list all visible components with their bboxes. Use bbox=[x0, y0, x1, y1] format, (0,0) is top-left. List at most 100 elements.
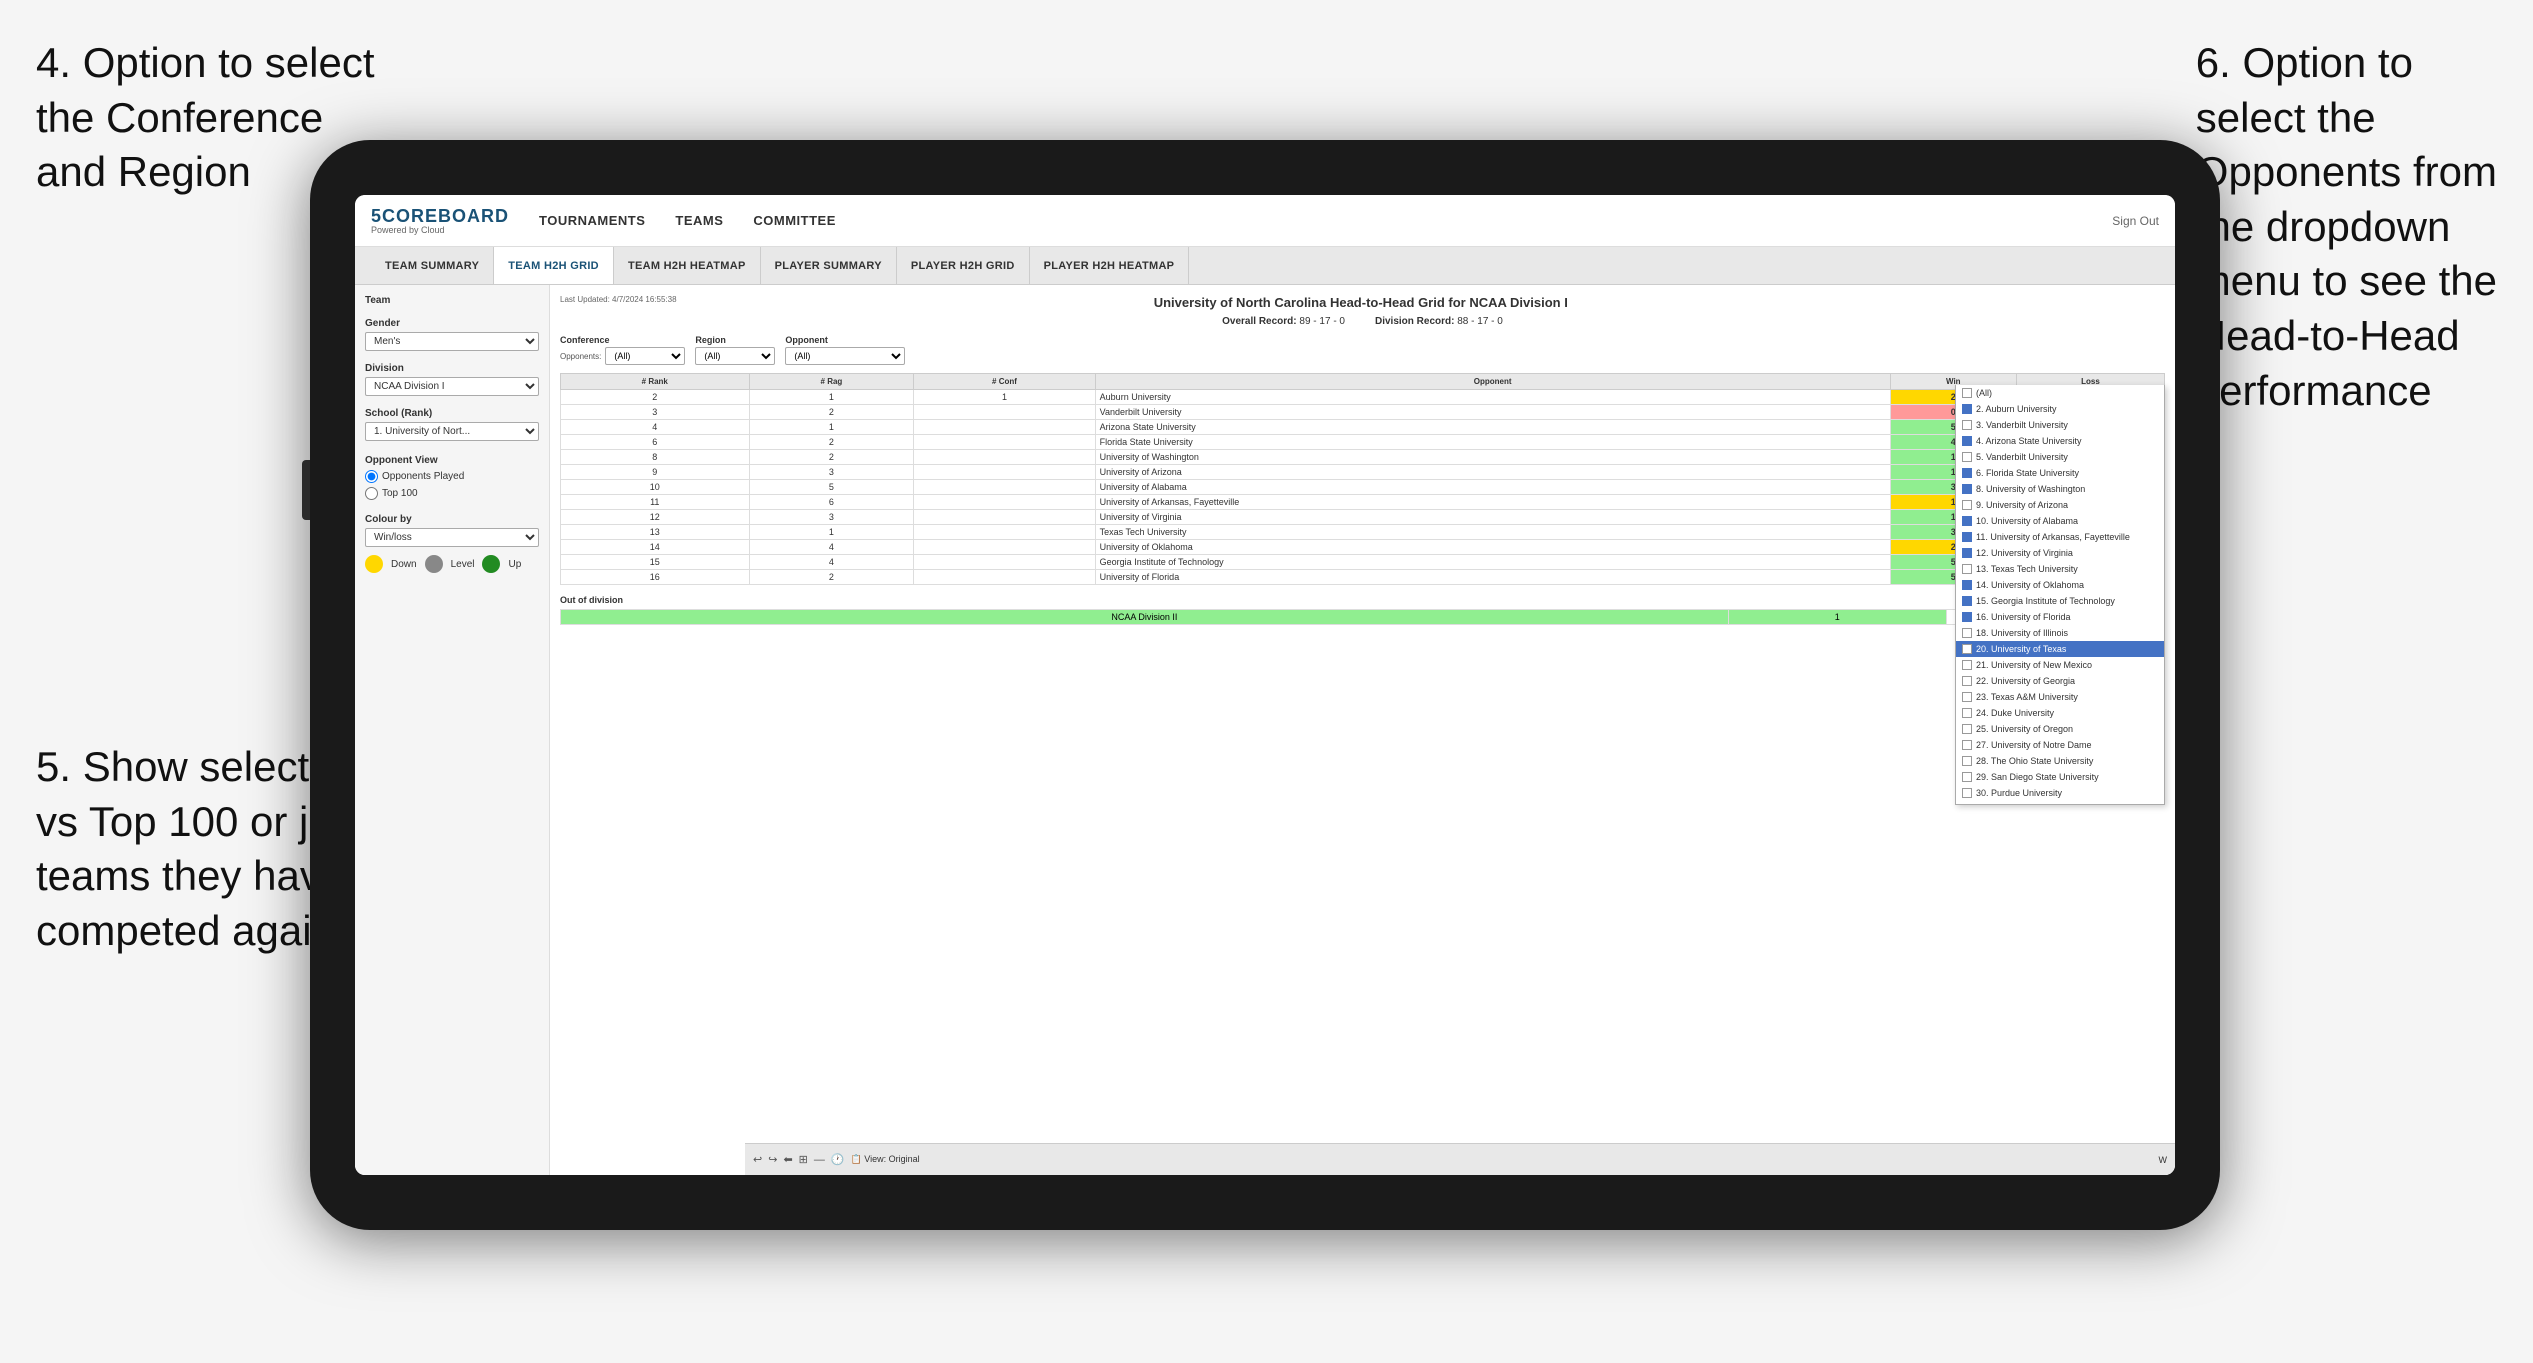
radio-top-100[interactable]: Top 100 bbox=[365, 487, 539, 500]
dropdown-item-label: 14. University of Oklahoma bbox=[1976, 580, 2084, 590]
cell-rank: 12 bbox=[561, 510, 750, 525]
sidebar-school-select[interactable]: 1. University of Nort... bbox=[365, 422, 539, 441]
nav-tournaments[interactable]: TOURNAMENTS bbox=[539, 209, 645, 232]
toolbar-undo[interactable]: ↩ bbox=[753, 1153, 762, 1166]
cell-conf bbox=[914, 525, 1095, 540]
dropdown-item[interactable]: 11. University of Arkansas, Fayetteville bbox=[1956, 529, 2164, 545]
sidebar-colour-select[interactable]: Win/loss bbox=[365, 528, 539, 547]
dropdown-item[interactable]: 24. Duke University bbox=[1956, 705, 2164, 721]
dropdown-item[interactable]: 23. Texas A&M University bbox=[1956, 689, 2164, 705]
cell-opponent: Arizona State University bbox=[1095, 420, 1890, 435]
nav-teams[interactable]: TEAMS bbox=[675, 209, 723, 232]
dropdown-item-label: 30. Purdue University bbox=[1976, 788, 2062, 798]
toolbar-copy[interactable]: ⊞ bbox=[799, 1153, 808, 1166]
filter-region-label: Region bbox=[695, 335, 775, 345]
cell-opponent: Florida State University bbox=[1095, 435, 1890, 450]
dropdown-item-label: 27. University of Notre Dame bbox=[1976, 740, 2092, 750]
dropdown-item[interactable]: 2. Auburn University bbox=[1956, 401, 2164, 417]
dropdown-item[interactable]: 13. Texas Tech University bbox=[1956, 561, 2164, 577]
table-row: 12 3 University of Virginia 1 0 bbox=[561, 510, 2165, 525]
table-body: 2 1 1 Auburn University 2 1 3 2 Vanderbi… bbox=[561, 390, 2165, 585]
toolbar-redo[interactable]: ↪ bbox=[768, 1153, 777, 1166]
table-head: # Rank # Rag # Conf Opponent Win Loss bbox=[561, 374, 2165, 390]
dropdown-item[interactable]: 18. University of Illinois bbox=[1956, 625, 2164, 641]
toolbar-back[interactable]: ⬅ bbox=[783, 1153, 792, 1166]
legend-level-dot bbox=[425, 555, 443, 573]
dropdown-checkbox bbox=[1962, 404, 1972, 414]
region-select[interactable]: (All) bbox=[695, 347, 775, 365]
dropdown-item[interactable]: 27. University of Notre Dame bbox=[1956, 737, 2164, 753]
radio-opponents-played[interactable]: Opponents Played bbox=[365, 470, 539, 483]
subnav-player-h2h-grid[interactable]: PLAYER H2H GRID bbox=[897, 247, 1030, 284]
dropdown-item[interactable]: 5. Vanderbilt University bbox=[1956, 449, 2164, 465]
cell-conf bbox=[914, 480, 1095, 495]
cell-rag: 6 bbox=[749, 495, 914, 510]
cell-opponent: University of Washington bbox=[1095, 450, 1890, 465]
dropdown-list: (All)2. Auburn University3. Vanderbilt U… bbox=[1956, 385, 2164, 805]
dropdown-item[interactable]: 30. Purdue University bbox=[1956, 785, 2164, 801]
dropdown-item[interactable]: 4. Arizona State University bbox=[1956, 433, 2164, 449]
cell-conf bbox=[914, 450, 1095, 465]
toolbar-dash[interactable]: — bbox=[814, 1154, 825, 1166]
division-table-body: NCAA Division II 1 0 bbox=[561, 610, 2165, 625]
dropdown-checkbox bbox=[1962, 452, 1972, 462]
sidebar-division-select[interactable]: NCAA Division I bbox=[365, 377, 539, 396]
dropdown-item[interactable]: 21. University of New Mexico bbox=[1956, 657, 2164, 673]
dropdown-checkbox bbox=[1962, 628, 1972, 638]
dropdown-item-label: 8. University of Washington bbox=[1976, 484, 2085, 494]
subnav-team-h2h-heatmap[interactable]: TEAM H2H HEATMAP bbox=[614, 247, 761, 284]
sidebar-division-label: Division bbox=[365, 363, 539, 374]
toolbar-clock[interactable]: 🕐 bbox=[831, 1153, 845, 1166]
dropdown-checkbox bbox=[1962, 788, 1972, 798]
nav-committee[interactable]: COMMITTEE bbox=[753, 209, 836, 232]
cell-opponent: University of Arkansas, Fayetteville bbox=[1095, 495, 1890, 510]
dropdown-item[interactable]: 25. University of Oregon bbox=[1956, 721, 2164, 737]
dropdown-checkbox bbox=[1962, 532, 1972, 542]
sidebar-gender-label: Gender bbox=[365, 318, 539, 329]
dropdown-item-label: 24. Duke University bbox=[1976, 708, 2054, 718]
dropdown-item[interactable]: 14. University of Oklahoma bbox=[1956, 577, 2164, 593]
legend-level-label: Level bbox=[451, 559, 475, 570]
cell-opponent: Texas Tech University bbox=[1095, 525, 1890, 540]
dropdown-item[interactable]: 22. University of Georgia bbox=[1956, 673, 2164, 689]
dropdown-item-label: 25. University of Oregon bbox=[1976, 724, 2073, 734]
sidebar-school-section: School (Rank) 1. University of Nort... bbox=[365, 408, 539, 441]
cell-rag: 2 bbox=[749, 450, 914, 465]
dropdown-item[interactable]: 16. University of Florida bbox=[1956, 609, 2164, 625]
subnav-player-h2h-heatmap[interactable]: PLAYER H2H HEATMAP bbox=[1030, 247, 1190, 284]
dropdown-item[interactable]: 29. San Diego State University bbox=[1956, 769, 2164, 785]
dropdown-item[interactable]: 8. University of Washington bbox=[1956, 481, 2164, 497]
subnav-team-h2h-grid[interactable]: TEAM H2H GRID bbox=[494, 247, 614, 284]
sub-nav: TEAM SUMMARY TEAM H2H GRID TEAM H2H HEAT… bbox=[355, 247, 2175, 285]
subnav-player-summary[interactable]: PLAYER SUMMARY bbox=[761, 247, 897, 284]
dropdown-item[interactable]: 9. University of Arizona bbox=[1956, 497, 2164, 513]
dropdown-item[interactable]: 28. The Ohio State University bbox=[1956, 753, 2164, 769]
cell-rank: 13 bbox=[561, 525, 750, 540]
table-row: 15 4 Georgia Institute of Technology 5 0 bbox=[561, 555, 2165, 570]
filter-opponent-label: Opponent bbox=[785, 335, 905, 345]
dropdown-item[interactable]: 10. University of Alabama bbox=[1956, 513, 2164, 529]
cell-opponent: Vanderbilt University bbox=[1095, 405, 1890, 420]
table-row: 4 1 Arizona State University 5 1 bbox=[561, 420, 2165, 435]
dropdown-item[interactable]: 31. University of North Florida bbox=[1956, 801, 2164, 805]
dropdown-item[interactable]: 15. Georgia Institute of Technology bbox=[1956, 593, 2164, 609]
cell-conf: 1 bbox=[914, 390, 1095, 405]
conference-select[interactable]: (All) bbox=[605, 347, 685, 365]
nav-signout[interactable]: Sign Out bbox=[2112, 214, 2159, 228]
dropdown-item[interactable]: 3. Vanderbilt University bbox=[1956, 417, 2164, 433]
dropdown-item[interactable]: 20. University of Texas bbox=[1956, 641, 2164, 657]
sidebar-team-label: Team bbox=[365, 295, 539, 306]
radio-opponents-played-input[interactable] bbox=[365, 470, 378, 483]
dropdown-checkbox bbox=[1962, 708, 1972, 718]
cell-opponent: University of Oklahoma bbox=[1095, 540, 1890, 555]
table-header: Last Updated: 4/7/2024 16:55:38 Universi… bbox=[560, 295, 2165, 310]
subnav-team-summary[interactable]: TEAM SUMMARY bbox=[371, 247, 494, 284]
dropdown-checkbox bbox=[1962, 516, 1972, 526]
dropdown-item[interactable]: 12. University of Virginia bbox=[1956, 545, 2164, 561]
dropdown-item[interactable]: (All) bbox=[1956, 385, 2164, 401]
dropdown-item[interactable]: 6. Florida State University bbox=[1956, 465, 2164, 481]
cell-rank: 8 bbox=[561, 450, 750, 465]
sidebar-gender-select[interactable]: Men's bbox=[365, 332, 539, 351]
opponent-select[interactable]: (All) bbox=[785, 347, 905, 365]
radio-top-100-input[interactable] bbox=[365, 487, 378, 500]
